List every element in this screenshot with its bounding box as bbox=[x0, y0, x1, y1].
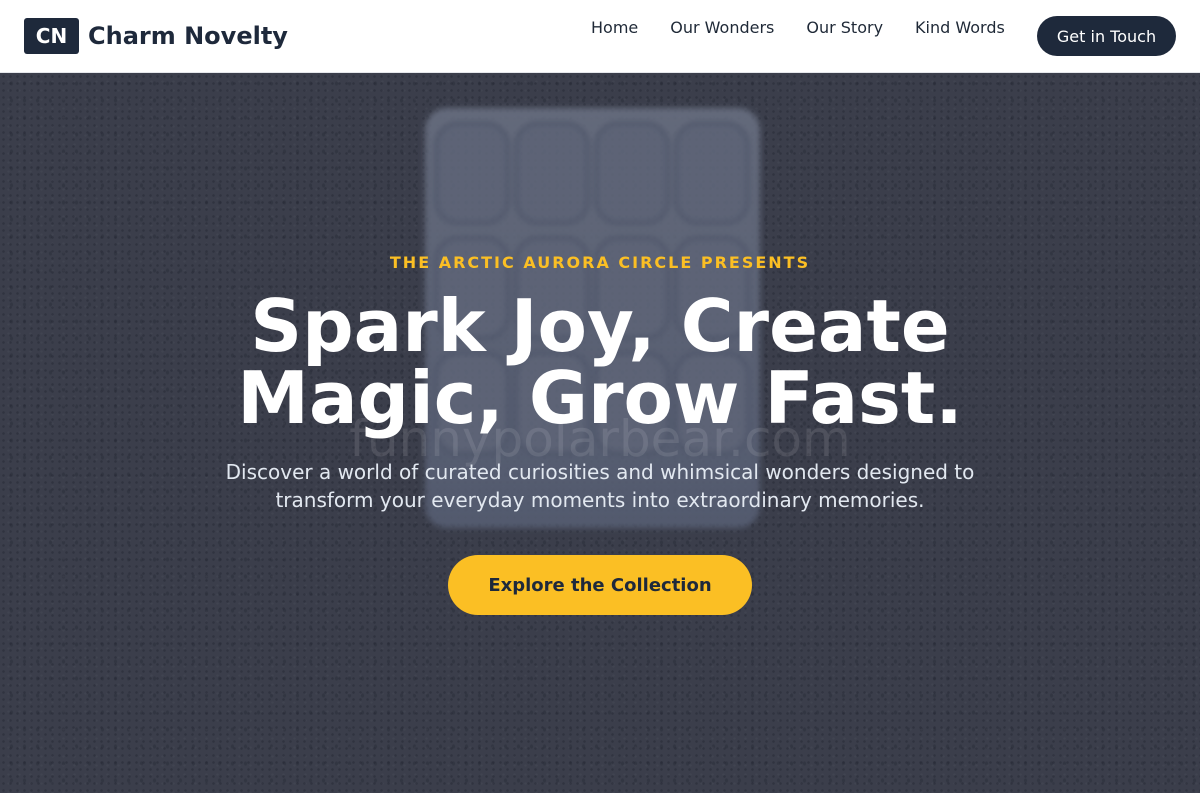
nav-our-story[interactable]: Our Story bbox=[806, 18, 883, 38]
hero-headline-line-2: Magic, Grow Fast. bbox=[237, 356, 963, 440]
hero-subtext: Discover a world of curated curiosities … bbox=[210, 458, 990, 514]
hero-eyebrow: THE ARCTIC AURORA CIRCLE PRESENTS bbox=[389, 253, 811, 272]
nav-home[interactable]: Home bbox=[591, 18, 638, 38]
main-nav: Home Our Wonders Our Story Kind Words bbox=[591, 18, 1037, 38]
hero-headline-line-1: Spark Joy, Create bbox=[250, 284, 950, 368]
nav-our-wonders[interactable]: Our Wonders bbox=[670, 18, 774, 38]
brand-logo[interactable]: CN Charm Novelty bbox=[24, 18, 288, 54]
brand-mark: CN bbox=[24, 18, 79, 54]
page-bottom-edge bbox=[0, 793, 1200, 800]
site-header: CN Charm Novelty Home Our Wonders Our St… bbox=[0, 0, 1200, 73]
brand-name: Charm Novelty bbox=[88, 22, 288, 50]
hero-subtext-line-1: Discover a world of curated curiosities … bbox=[225, 460, 975, 484]
nav-kind-words[interactable]: Kind Words bbox=[915, 18, 1005, 38]
hero-section: funnypolarbear.com THE ARCTIC AURORA CIR… bbox=[0, 73, 1200, 793]
get-in-touch-button[interactable]: Get in Touch bbox=[1037, 16, 1176, 56]
hero-subtext-line-2: transform your everyday moments into ext… bbox=[275, 488, 925, 512]
hero-headline: Spark Joy, Create Magic, Grow Fast. bbox=[0, 290, 1200, 434]
explore-collection-button[interactable]: Explore the Collection bbox=[448, 555, 752, 615]
